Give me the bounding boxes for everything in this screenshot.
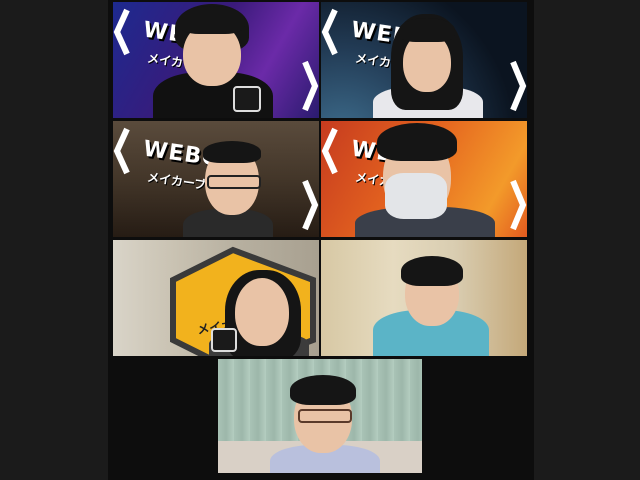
participant-video-7[interactable] xyxy=(218,359,422,473)
participant-video-2[interactable]: WEBOT メイカーブル xyxy=(321,2,527,118)
participant-video-5[interactable]: メイカーブル xyxy=(113,240,319,356)
participant-video-1[interactable]: WEBOT メイカーブル xyxy=(113,2,319,118)
participant-video-6[interactable] xyxy=(321,240,527,356)
video-gallery: WEBOT メイカーブル WEBOT メイカーブル xyxy=(108,0,534,480)
participant-video-3[interactable]: WEBOT メイカーブル xyxy=(113,121,319,237)
participant-video-4[interactable]: WEBOT メイカーブル xyxy=(321,121,527,237)
